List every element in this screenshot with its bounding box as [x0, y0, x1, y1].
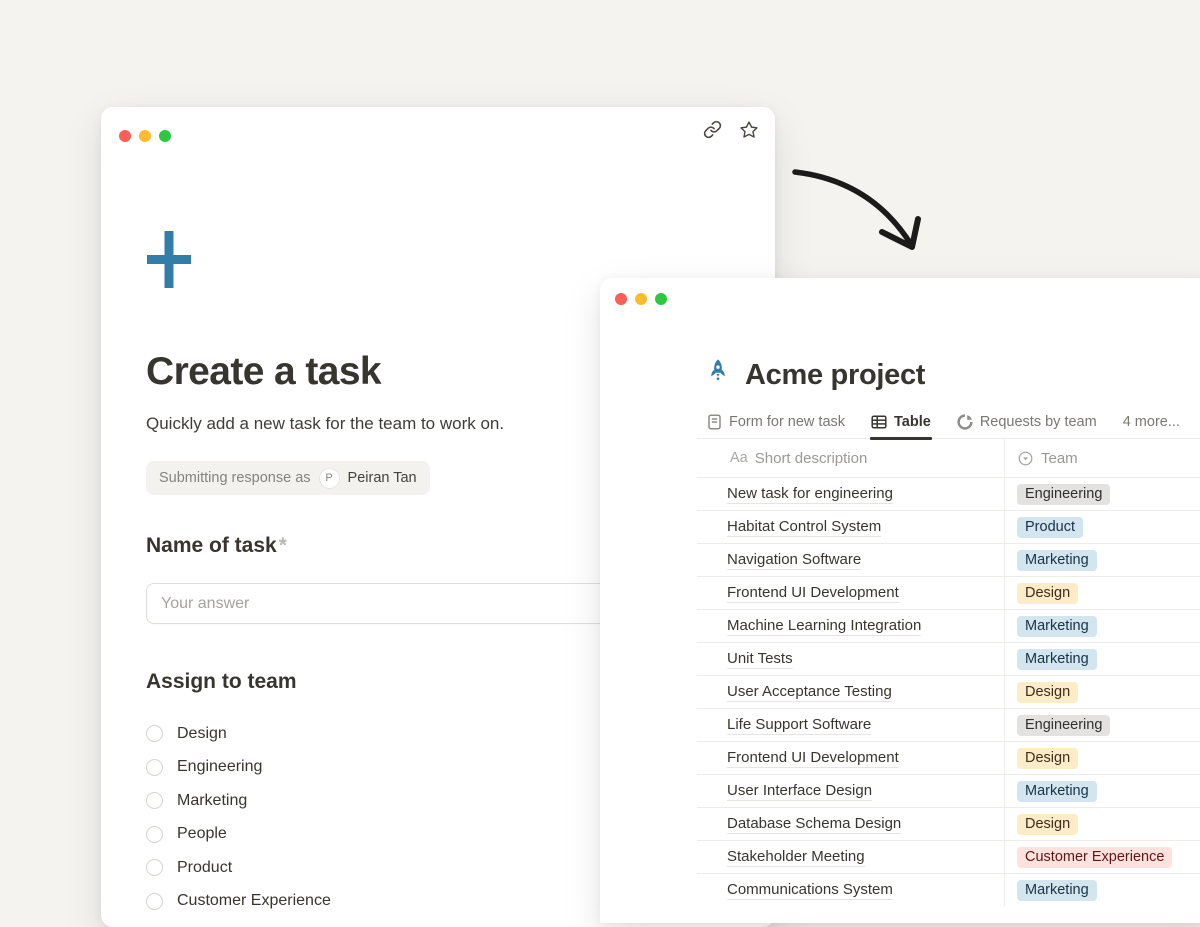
tasks-table: Aa Short description Team New task for e…: [697, 439, 1200, 906]
table-row[interactable]: Navigation Software Marketing: [697, 543, 1200, 576]
submitting-as-chip: Submitting response as P Peiran Tan: [146, 461, 430, 495]
form-icon: [707, 414, 722, 430]
fullscreen-window-button[interactable]: [655, 293, 667, 305]
radio-option-marketing[interactable]: Marketing: [146, 784, 331, 818]
form-subtitle: Quickly add a new task for the team to w…: [146, 414, 504, 434]
radio-option-product[interactable]: Product: [146, 851, 331, 885]
user-avatar: P: [319, 468, 340, 489]
team-tag[interactable]: Engineering: [1017, 484, 1110, 505]
radio-option-design[interactable]: Design: [146, 717, 331, 751]
curved-arrow-annotation: [768, 146, 948, 281]
table-row[interactable]: Machine Learning Integration Marketing: [697, 609, 1200, 642]
team-tag[interactable]: Marketing: [1017, 649, 1097, 670]
table-icon: [871, 414, 887, 430]
team-tag[interactable]: Marketing: [1017, 550, 1097, 571]
tab-form-for-new-task[interactable]: Form for new task: [707, 406, 845, 439]
team-tag[interactable]: Design: [1017, 583, 1078, 604]
window-controls: [119, 130, 171, 142]
table-row[interactable]: New task for engineering Engineering: [697, 477, 1200, 510]
team-tag[interactable]: Customer Experience: [1017, 847, 1172, 868]
view-tabs: Form for new task Table Requests by team…: [697, 406, 1200, 439]
radio-circle-icon[interactable]: [146, 759, 163, 776]
tab-more-views[interactable]: 4 more...: [1123, 406, 1180, 439]
close-window-button[interactable]: [119, 130, 131, 142]
window-controls: [615, 293, 667, 305]
table-row[interactable]: User Acceptance Testing Design: [697, 675, 1200, 708]
fullscreen-window-button[interactable]: [159, 130, 171, 142]
page-title: Acme project: [745, 359, 925, 392]
table-row[interactable]: Life Support Software Engineering: [697, 708, 1200, 741]
close-window-button[interactable]: [615, 293, 627, 305]
select-property-icon: [1018, 451, 1033, 466]
favorite-star-icon[interactable]: [739, 120, 759, 140]
radio-option-customer-experience[interactable]: Customer Experience: [146, 885, 331, 919]
team-tag[interactable]: Marketing: [1017, 616, 1097, 637]
table-row[interactable]: Frontend UI Development Design: [697, 741, 1200, 774]
team-tag[interactable]: Marketing: [1017, 781, 1097, 802]
minimize-window-button[interactable]: [635, 293, 647, 305]
table-header: Aa Short description Team: [697, 439, 1200, 477]
copy-link-icon[interactable]: [703, 120, 722, 140]
minimize-window-button[interactable]: [139, 130, 151, 142]
table-row[interactable]: Database Schema Design Design: [697, 807, 1200, 840]
task-name-label: Name of task*: [146, 534, 287, 558]
chip-prefix: Submitting response as: [159, 470, 311, 486]
radio-option-people[interactable]: People: [146, 818, 331, 852]
required-mark: *: [279, 534, 287, 557]
tab-table[interactable]: Table: [871, 406, 931, 439]
page-title: Create a task: [146, 350, 381, 394]
table-row[interactable]: Communications System Marketing: [697, 873, 1200, 906]
table-row[interactable]: Frontend UI Development Design: [697, 576, 1200, 609]
table-row[interactable]: Unit Tests Marketing: [697, 642, 1200, 675]
radio-circle-icon[interactable]: [146, 725, 163, 742]
chip-username: Peiran Tan: [348, 470, 417, 486]
text-property-icon: Aa: [730, 450, 748, 466]
team-tag[interactable]: Design: [1017, 748, 1078, 769]
team-tag[interactable]: Product: [1017, 517, 1083, 538]
column-short-description[interactable]: Aa Short description: [697, 439, 1005, 477]
chart-icon: [957, 414, 973, 430]
rocket-icon[interactable]: [704, 358, 732, 395]
table-row[interactable]: Habitat Control System Product: [697, 510, 1200, 543]
radio-circle-icon[interactable]: [146, 826, 163, 843]
acme-project-window: Acme project Form for new task Table: [600, 278, 1200, 923]
plus-icon: [146, 230, 192, 295]
radio-circle-icon[interactable]: [146, 893, 163, 910]
assign-team-label: Assign to team: [146, 670, 297, 694]
team-tag[interactable]: Engineering: [1017, 715, 1110, 736]
radio-circle-icon[interactable]: [146, 792, 163, 809]
table-row[interactable]: User Interface Design Marketing: [697, 774, 1200, 807]
table-row[interactable]: Stakeholder Meeting Customer Experience: [697, 840, 1200, 873]
team-options-list: Design Engineering Marketing People Prod…: [146, 717, 331, 918]
team-tag[interactable]: Design: [1017, 682, 1078, 703]
tab-requests-by-team[interactable]: Requests by team: [957, 406, 1097, 439]
team-tag[interactable]: Design: [1017, 814, 1078, 835]
column-team[interactable]: Team: [1005, 439, 1078, 477]
radio-circle-icon[interactable]: [146, 859, 163, 876]
radio-option-engineering[interactable]: Engineering: [146, 751, 331, 785]
team-tag[interactable]: Marketing: [1017, 880, 1097, 901]
